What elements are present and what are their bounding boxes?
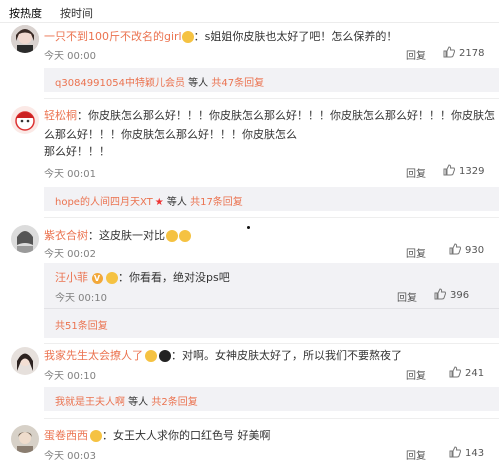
reply-count-link[interactable]: 共17条回复 [190,197,243,208]
reply-button[interactable]: 回复 [406,447,426,462]
like-count: 143 [465,448,485,459]
avatar-photo-icon [11,25,39,53]
laughing-emoji-icon [179,230,191,242]
comment-time: 今天 00:01 [44,169,96,180]
comment-text: ：女王大人求你的口红色号 好美啊 [102,429,271,442]
member-badge-icon [181,31,194,43]
sort-by-hot-tab[interactable]: 按热度 [9,5,42,21]
sort-bar: 按热度 按时间 [0,0,499,23]
comment-text: ：你皮肤怎么那么好！！！你皮肤怎么那么好！！！你皮肤怎么那么好！！！你皮肤怎么那… [44,109,495,141]
divider [44,98,499,99]
reply-summary-text: 等人 [125,397,152,408]
reply-text: ：你看看，绝对没ps吧 [118,271,230,284]
thumbs-up-icon [449,366,461,378]
reply-summary-text: 等人 [163,197,191,208]
avatar[interactable] [11,25,39,53]
comment-author[interactable]: 蛋卷西西 [44,429,88,442]
reply-user[interactable]: 我就是王夫人啊 [55,397,125,408]
cursor-dot [247,226,250,229]
comment-text: ：这皮肤一对比 [88,229,165,242]
thumbs-up-icon [434,288,446,300]
divider [44,418,499,419]
like-count: 930 [465,245,485,256]
comment-author[interactable]: 紫衣合树 [44,229,88,242]
divider [44,308,499,309]
comment-time: 今天 00:03 [44,451,96,462]
comment-text: ：s姐姐你皮肤也太好了吧！怎么保养的！ [193,30,398,43]
comment-author[interactable]: 一只不到100斤不改名的girl [44,30,182,43]
like-count: 2178 [459,48,485,59]
avatar-photo-icon [11,225,39,253]
reply-user[interactable]: hope的人间四月天XT [55,197,153,208]
comment-time: 今天 00:10 [44,371,96,382]
like-count: 241 [465,368,485,379]
reply-button[interactable]: 回复 [406,165,426,180]
avatar-photo-icon [11,425,39,453]
comment-text-continued: 那么好！！！ [44,145,110,158]
comment-text: ：对啊。女神皮肤太好了，所以我们不要熬夜了 [171,349,402,362]
reply-summary[interactable]: 我就是王夫人啊 等人 共2条回复 [44,387,499,411]
reply-button[interactable]: 回复 [406,367,426,382]
thumbs-up-icon [443,46,455,58]
reply-time: 今天 00:10 [55,293,107,304]
thumbs-up-icon [449,243,461,255]
like-button[interactable]: 930 [449,243,484,256]
divider [44,217,499,218]
divider [44,343,499,344]
sort-by-time-tab[interactable]: 按时间 [60,5,93,21]
member-badge-icon [145,350,157,362]
like-button[interactable]: 241 [449,366,484,379]
reply-author[interactable]: 汪小菲 [55,271,88,284]
reply-summary[interactable]: hope的人间四月天XT ★ 等人 共17条回复 [44,187,499,211]
reply-count-link[interactable]: 共2条回复 [151,397,197,408]
comment-author[interactable]: 我家先生太会撩人了 [44,349,143,362]
reply-button[interactable]: 回复 [406,47,426,62]
member-badge-icon [90,430,102,442]
like-button[interactable]: 2178 [443,46,484,59]
member-crown-icon [106,272,118,284]
like-button[interactable]: 143 [449,446,484,459]
reply-thread: 汪小菲 V ：你看看，绝对没ps吧 今天 00:10 回复 396 共51条回复 [44,263,499,338]
avatar[interactable] [11,106,39,134]
thumbs-up-icon [443,164,455,176]
comment-time: 今天 00:02 [44,249,96,260]
like-count: 396 [450,290,470,301]
like-count: 1329 [459,166,485,177]
comment-author[interactable]: 轻松桐 [44,109,77,122]
like-button[interactable]: 1329 [443,164,484,177]
reply-button[interactable]: 回复 [397,289,417,304]
star-icon: ★ [154,197,164,208]
laughing-emoji-icon [166,230,178,242]
avatar-photo-icon [11,347,39,375]
avatar[interactable] [11,225,39,253]
avatar-cartoon-icon [11,106,39,134]
verified-v-icon: V [91,272,103,284]
more-replies-link[interactable]: 共51条回复 [55,317,108,332]
comment-time: 今天 00:00 [44,51,96,62]
reply-user[interactable]: q3084991054中特颖儿会员 [55,78,185,89]
reply-summary-text: 等人 [184,78,212,89]
avatar[interactable] [11,347,39,375]
thumbs-up-icon [449,446,461,458]
reply-count-link[interactable]: 共47条回复 [211,78,264,89]
panda-icon [159,350,171,362]
reply-summary[interactable]: q3084991054中特颖儿会员 等人 共47条回复 [44,68,499,92]
avatar[interactable] [11,425,39,453]
reply-button[interactable]: 回复 [406,245,426,260]
like-button[interactable]: 396 [434,288,469,301]
